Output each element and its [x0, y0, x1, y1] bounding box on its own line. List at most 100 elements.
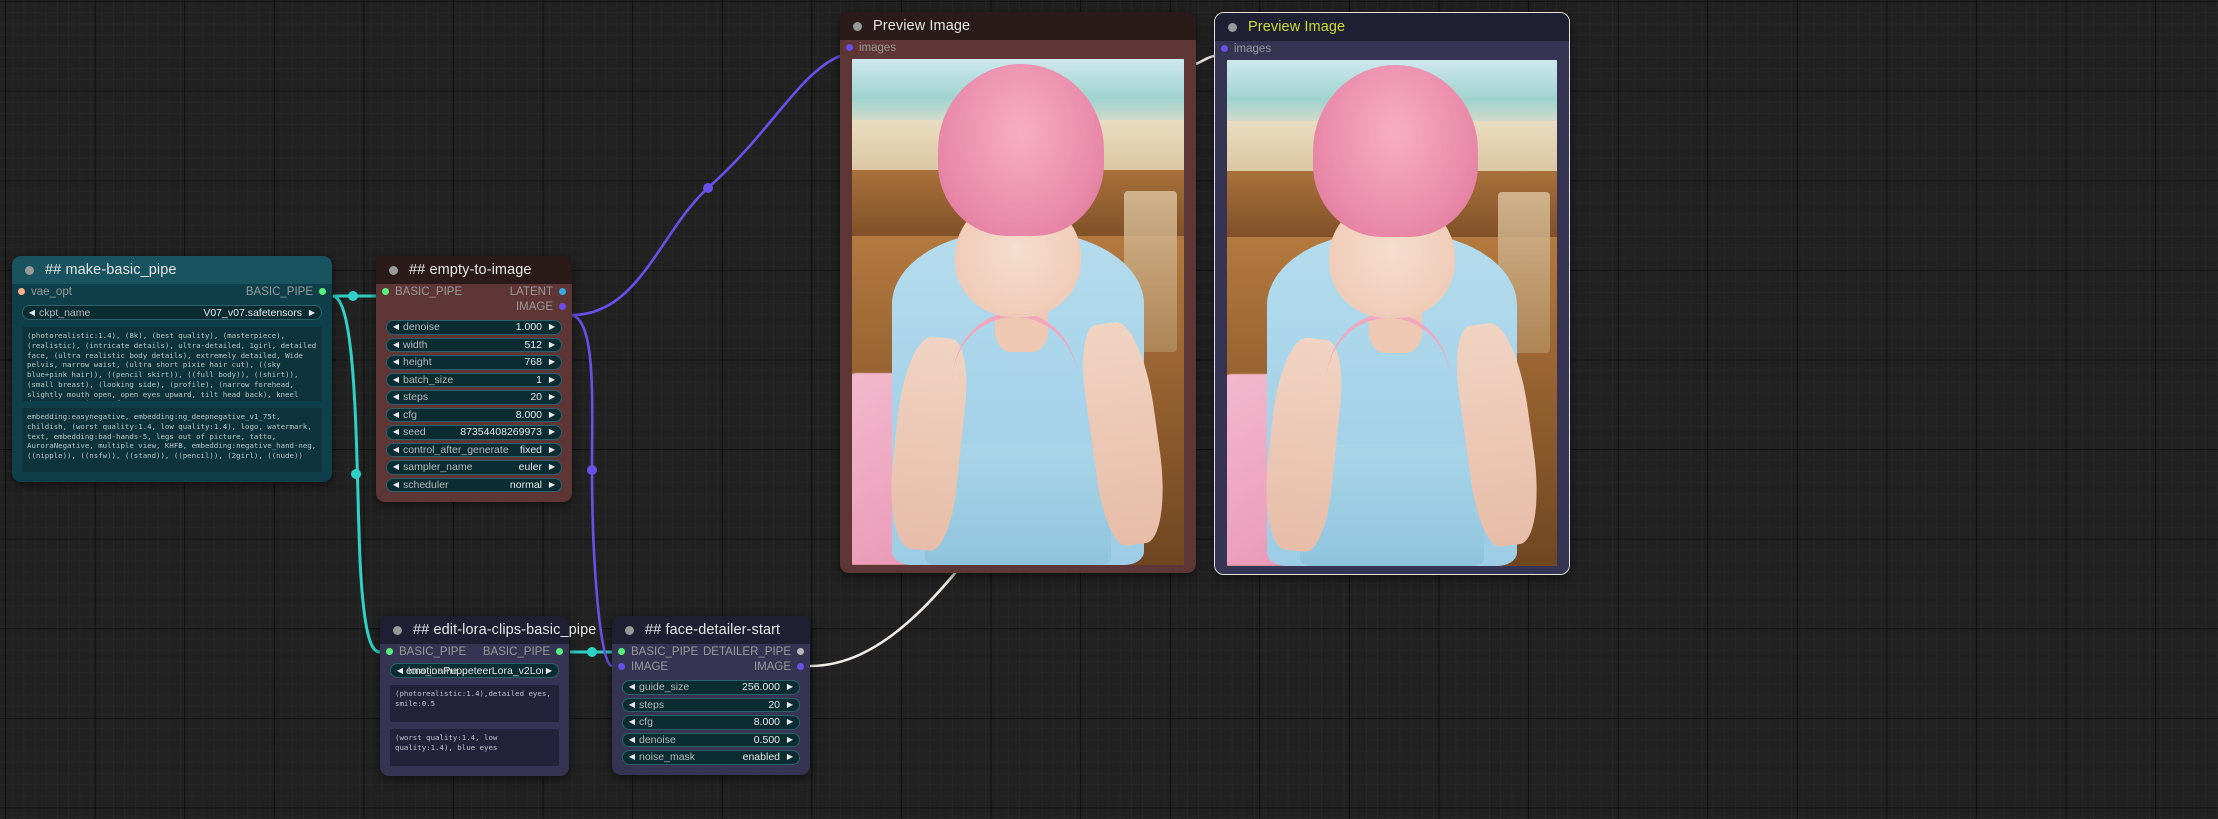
output-slot-basic-pipe[interactable]: BASIC_PIPE: [483, 644, 563, 659]
widget-noise-mask[interactable]: ◀ noise_mask enabled ▶: [622, 750, 800, 765]
node-title-bar[interactable]: ## empty-to-image: [376, 256, 572, 284]
widget-sampler-name[interactable]: ◀ sampler_name euler ▶: [386, 460, 562, 475]
image-region-hair: [938, 64, 1105, 237]
chevron-left-icon[interactable]: ◀: [390, 480, 402, 489]
chevron-right-icon[interactable]: ▶: [784, 753, 796, 761]
node-empty-to-image[interactable]: ## empty-to-image BASIC_PIPE LATENT IMAG…: [376, 256, 572, 502]
widget-cfg[interactable]: ◀ cfg 8.000 ▶: [386, 407, 562, 422]
node-edit-lora-clips-basic-pipe[interactable]: ## edit-lora-clips-basic_pipe BASIC_PIPE…: [380, 616, 596, 776]
output-slot-image[interactable]: IMAGE: [754, 659, 804, 674]
widget-scheduler[interactable]: ◀ scheduler normal ▶: [386, 477, 562, 492]
slot-dot-icon: [797, 663, 804, 670]
widget-control-after-generate[interactable]: ◀ control_after_generate fixed ▶: [386, 442, 562, 457]
input-slot-images[interactable]: images: [846, 40, 896, 55]
node-title-text: ## edit-lora-clips-basic_pipe: [413, 622, 597, 638]
textarea-positive-prompt[interactable]: (photorealistic:1.4), (8k), (best qualit…: [22, 327, 322, 401]
node-preview-image-2[interactable]: Preview Image images: [1214, 12, 1570, 575]
node-make-basic-pipe[interactable]: ## make-basic_pipe vae_opt BASIC_PIPE ◀ …: [12, 256, 332, 482]
chevron-right-icon[interactable]: ▶: [546, 428, 558, 436]
widget-guide-size[interactable]: ◀ guide_size 256.000 ▶: [622, 680, 800, 695]
widget-denoise[interactable]: ◀ denoise 0.500 ▶: [622, 732, 800, 747]
chevron-left-icon[interactable]: ◀: [390, 410, 402, 419]
node-face-detailer-start[interactable]: ## face-detailer-start BASIC_PIPE DETAIL…: [612, 616, 810, 775]
chevron-right-icon[interactable]: ▶: [543, 666, 555, 675]
textarea-negative-prompt[interactable]: embedding:easynegative, embedding:ng_dee…: [22, 408, 322, 472]
widget-value: fixed: [519, 443, 542, 456]
widget-steps[interactable]: ◀ steps 20 ▶: [386, 390, 562, 405]
chevron-left-icon[interactable]: ◀: [390, 358, 402, 366]
node-title-bar[interactable]: ## edit-lora-clips-basic_pipe: [380, 616, 596, 644]
node-title-bar[interactable]: ## make-basic_pipe: [12, 256, 332, 284]
node-title-text: Preview Image: [1248, 19, 1346, 35]
input-slot-basic-pipe[interactable]: BASIC_PIPE: [386, 644, 466, 659]
widget-value: 20: [768, 698, 780, 711]
input-slot-basic-pipe[interactable]: BASIC_PIPE: [382, 284, 462, 299]
input-slot-label: images: [1234, 42, 1272, 55]
textarea-negative-prompt[interactable]: (worst quality:1.4, low quality:1.4), bl…: [390, 729, 559, 766]
collapse-dot-icon[interactable]: [389, 265, 398, 275]
chevron-right-icon[interactable]: ▶: [546, 375, 558, 384]
output-slot-detailer-pipe[interactable]: DETAILER_PIPE: [703, 644, 804, 659]
widget-label: sampler_name: [403, 461, 473, 474]
chevron-left-icon[interactable]: ◀: [26, 308, 38, 317]
collapse-dot-icon[interactable]: [853, 21, 862, 31]
chevron-left-icon[interactable]: ◀: [394, 666, 406, 675]
chevron-right-icon[interactable]: ▶: [546, 463, 558, 471]
chevron-left-icon[interactable]: ◀: [390, 375, 402, 384]
chevron-left-icon[interactable]: ◀: [390, 428, 402, 436]
chevron-right-icon[interactable]: ▶: [546, 445, 558, 454]
chevron-left-icon[interactable]: ◀: [626, 700, 638, 709]
chevron-left-icon[interactable]: ◀: [390, 340, 402, 349]
widget-value: 1.000: [515, 321, 542, 334]
widget-steps[interactable]: ◀ steps 20 ▶: [622, 697, 800, 712]
widget-height[interactable]: ◀ height 768 ▶: [386, 355, 562, 370]
node-graph-canvas[interactable]: ## make-basic_pipe vae_opt BASIC_PIPE ◀ …: [0, 0, 2218, 819]
input-slot-basic-pipe[interactable]: BASIC_PIPE: [618, 644, 698, 659]
chevron-right-icon[interactable]: ▶: [784, 683, 796, 691]
widget-seed[interactable]: ◀ seed 87354408269973 ▶: [386, 425, 562, 440]
widget-ckpt-name[interactable]: ◀ ckpt_name V07_v07.safetensors ▶: [22, 305, 322, 320]
chevron-right-icon[interactable]: ▶: [546, 358, 558, 366]
chevron-right-icon[interactable]: ▶: [546, 480, 558, 489]
input-slot-images[interactable]: images: [1221, 41, 1271, 56]
chevron-right-icon[interactable]: ▶: [306, 308, 318, 317]
widget-cfg[interactable]: ◀ cfg 8.000 ▶: [622, 715, 800, 730]
chevron-right-icon[interactable]: ▶: [546, 323, 558, 331]
chevron-left-icon[interactable]: ◀: [390, 323, 402, 331]
chevron-right-icon[interactable]: ▶: [546, 393, 558, 401]
widget-lora-name[interactable]: ◀ lora_name emotionPuppeteerLora_v2Lora.…: [390, 663, 559, 678]
textarea-positive-prompt[interactable]: (photorealistic:1.4),detailed eyes, smil…: [390, 685, 559, 722]
chevron-right-icon[interactable]: ▶: [784, 718, 796, 726]
chevron-right-icon[interactable]: ▶: [546, 410, 558, 419]
preview-image-thumbnail[interactable]: [852, 59, 1184, 565]
input-slot-vae-opt[interactable]: vae_opt: [18, 284, 72, 299]
chevron-left-icon[interactable]: ◀: [390, 445, 402, 454]
widget-denoise[interactable]: ◀ denoise 1.000 ▶: [386, 320, 562, 335]
chevron-left-icon[interactable]: ◀: [626, 753, 638, 761]
preview-image-thumbnail[interactable]: [1227, 60, 1557, 566]
output-slot-basic-pipe[interactable]: BASIC_PIPE: [246, 284, 326, 299]
collapse-dot-icon[interactable]: [393, 625, 402, 635]
output-slot-latent[interactable]: LATENT: [510, 284, 566, 299]
chevron-right-icon[interactable]: ▶: [784, 735, 796, 744]
node-preview-image-1[interactable]: Preview Image images: [840, 12, 1196, 573]
node-title-bar[interactable]: Preview Image: [1215, 13, 1569, 41]
widget-batch-size[interactable]: ◀ batch_size 1 ▶: [386, 372, 562, 387]
collapse-dot-icon[interactable]: [625, 625, 634, 635]
widget-width[interactable]: ◀ width 512 ▶: [386, 337, 562, 352]
collapse-dot-icon[interactable]: [25, 265, 34, 275]
chevron-left-icon[interactable]: ◀: [626, 735, 638, 744]
collapse-dot-icon[interactable]: [1228, 22, 1237, 32]
widget-label: scheduler: [403, 478, 449, 491]
chevron-left-icon[interactable]: ◀: [626, 718, 638, 726]
node-title-bar[interactable]: ## face-detailer-start: [612, 616, 810, 644]
chevron-left-icon[interactable]: ◀: [390, 393, 402, 401]
chevron-right-icon[interactable]: ▶: [546, 340, 558, 349]
chevron-left-icon[interactable]: ◀: [626, 683, 638, 691]
chevron-left-icon[interactable]: ◀: [390, 463, 402, 471]
input-slot-image[interactable]: IMAGE: [618, 659, 668, 674]
output-slot-image[interactable]: IMAGE: [516, 299, 566, 314]
chevron-right-icon[interactable]: ▶: [784, 700, 796, 709]
node-title-bar[interactable]: Preview Image: [840, 12, 1196, 40]
slots-row: vae_opt BASIC_PIPE: [12, 284, 332, 299]
